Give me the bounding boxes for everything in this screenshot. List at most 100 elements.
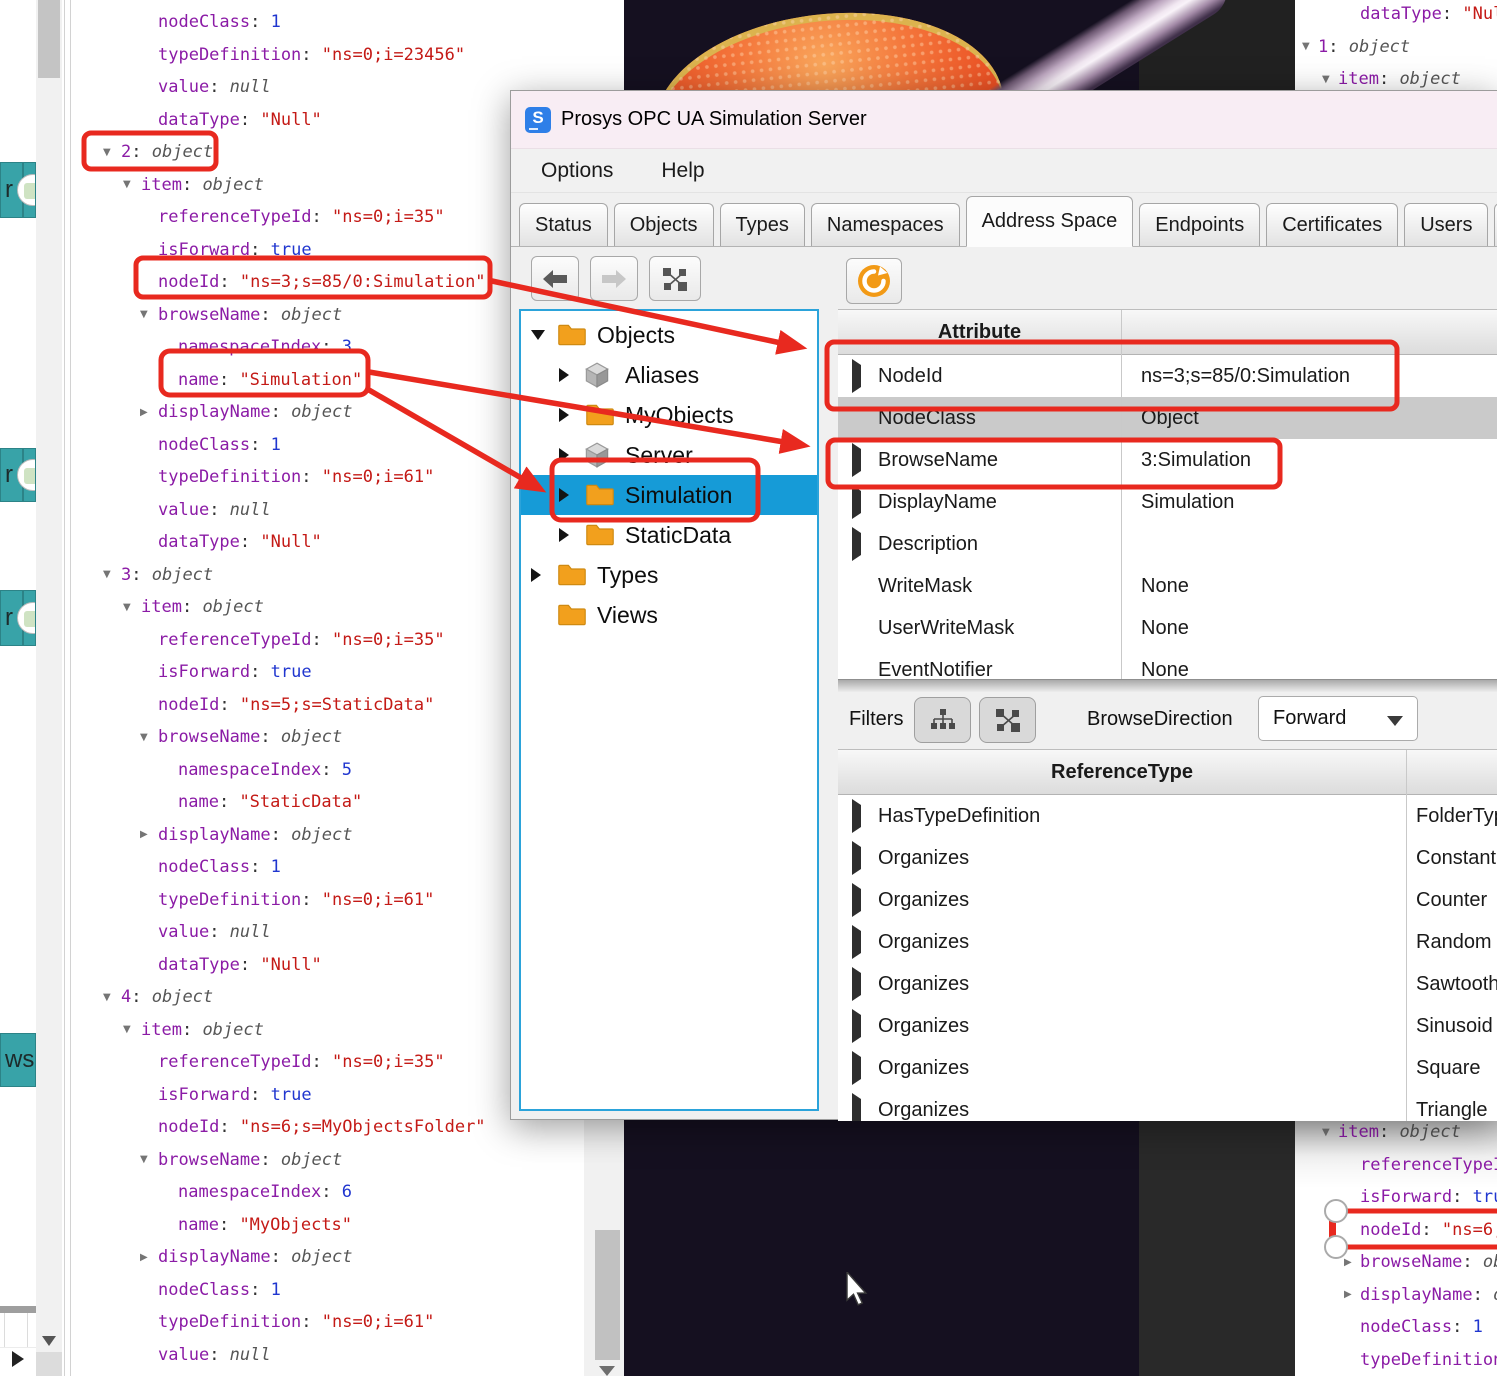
- block-label: wse: [5, 1046, 36, 1074]
- tree-expander-icon[interactable]: [531, 568, 557, 582]
- disclosure-triangle-icon[interactable]: ▼▶: [103, 992, 121, 1003]
- reference-row[interactable]: Organizes Random: [838, 921, 1497, 963]
- attribute-row[interactable]: DisplayName Simulation: [838, 481, 1497, 523]
- graph-filter-button[interactable]: [979, 697, 1036, 743]
- scrollbar-thumb[interactable]: [38, 0, 60, 78]
- attribute-row[interactable]: EventNotifier None: [838, 649, 1497, 679]
- tree-item[interactable]: StaticData: [521, 515, 817, 555]
- tree-item[interactable]: Aliases: [521, 355, 817, 395]
- teal-block-fragment[interactable]: r: [0, 162, 36, 218]
- disclosure-triangle-icon[interactable]: ▼▶: [140, 1154, 158, 1165]
- attribute-row[interactable]: Description: [838, 523, 1497, 565]
- disclosure-triangle-icon[interactable]: ▼▶: [140, 829, 158, 840]
- tree-expander-icon[interactable]: [559, 448, 585, 462]
- disclosure-triangle-icon[interactable]: ▼▶: [123, 1024, 141, 1035]
- console-value: object: [152, 987, 213, 1007]
- horizontal-scrollbar[interactable]: [838, 679, 1497, 692]
- tab[interactable]: Certificates: [1266, 203, 1398, 246]
- forward-button[interactable]: [590, 256, 638, 301]
- reference-row[interactable]: HasTypeDefinition FolderType: [838, 795, 1497, 837]
- menu-item[interactable]: Help: [643, 159, 722, 183]
- attribute-row[interactable]: BrowseName 3:Simulation: [838, 439, 1497, 481]
- teal-block-fragment[interactable]: r: [0, 448, 36, 502]
- console-entry: ▼▶ value: null: [73, 1339, 583, 1372]
- attribute-row[interactable]: UserWriteMask None: [838, 607, 1497, 649]
- scroll-down-icon[interactable]: [42, 1336, 56, 1346]
- reference-row[interactable]: Organizes Constant: [838, 837, 1497, 879]
- scroll-down-icon[interactable]: [599, 1366, 615, 1376]
- menu-item[interactable]: Options: [523, 159, 631, 183]
- console-entry: ▼▶ nodeClass: 1: [73, 6, 583, 39]
- disclosure-triangle-icon[interactable]: ▼▶: [140, 1252, 158, 1263]
- reference-row[interactable]: Organizes Counter: [838, 879, 1497, 921]
- teal-block-fragment[interactable]: wse: [0, 1033, 36, 1087]
- tree-expander-icon[interactable]: [559, 528, 585, 542]
- reference-row[interactable]: Organizes Sawtooth: [838, 963, 1497, 1005]
- tree-expander-icon[interactable]: [559, 488, 585, 502]
- console-entry: ▼▶ 4: object: [73, 981, 583, 1014]
- reference-row[interactable]: Organizes Triangle: [838, 1089, 1497, 1121]
- row-expander-icon[interactable]: [852, 1057, 878, 1080]
- disclosure-triangle-icon[interactable]: ▼▶: [1302, 41, 1318, 52]
- row-expander-icon[interactable]: [852, 449, 878, 472]
- disclosure-triangle-icon[interactable]: ▼▶: [103, 147, 121, 158]
- row-expander-icon[interactable]: [852, 973, 878, 996]
- console-key: value: [158, 77, 209, 97]
- tree-item[interactable]: Server: [521, 435, 817, 475]
- disclosure-triangle-icon[interactable]: ▼▶: [1344, 1257, 1360, 1268]
- tree-expander-icon[interactable]: [559, 368, 585, 382]
- tree-item[interactable]: Views: [521, 595, 817, 635]
- tree-item[interactable]: Simulation: [521, 475, 817, 515]
- tab[interactable]: Status: [519, 203, 608, 246]
- disclosure-triangle-icon[interactable]: ▼▶: [140, 407, 158, 418]
- tree-expander-icon[interactable]: [531, 330, 557, 340]
- disclosure-triangle-icon[interactable]: ▼▶: [1322, 74, 1338, 85]
- reference-row[interactable]: Organizes Square: [838, 1047, 1497, 1089]
- disclosure-triangle-icon[interactable]: ▼▶: [1344, 1289, 1360, 1300]
- tree-item[interactable]: Objects: [521, 315, 817, 355]
- row-expander-icon[interactable]: [852, 1015, 878, 1038]
- scrollbar-left[interactable]: [36, 0, 62, 1376]
- attribute-row[interactable]: NodeClass Object: [838, 397, 1497, 439]
- console-value: "ns=0;i=23456": [322, 45, 465, 65]
- hierarchy-filter-button[interactable]: [914, 697, 971, 743]
- row-expander-icon[interactable]: [852, 889, 878, 912]
- scrollbar-console[interactable]: [584, 1118, 624, 1376]
- disclosure-triangle-icon[interactable]: ▼▶: [140, 309, 158, 320]
- row-expander-icon[interactable]: [852, 491, 878, 514]
- row-expander-icon[interactable]: [852, 805, 878, 828]
- play-triangle-icon[interactable]: [12, 1351, 24, 1367]
- row-expander-icon[interactable]: [852, 931, 878, 954]
- tab[interactable]: Address Space: [966, 196, 1134, 247]
- disclosure-triangle-icon[interactable]: ▼▶: [123, 179, 141, 190]
- scrollbar-thumb[interactable]: [595, 1230, 620, 1360]
- disclosure-triangle-icon[interactable]: ▼▶: [140, 732, 158, 743]
- attribute-row[interactable]: WriteMask None: [838, 565, 1497, 607]
- graph-view-button[interactable]: [649, 256, 701, 301]
- attribute-row[interactable]: NodeId ns=3;s=85/0:Simulation: [838, 355, 1497, 397]
- row-expander-icon[interactable]: [852, 533, 878, 556]
- disclosure-triangle-icon[interactable]: ▼▶: [1322, 1127, 1338, 1138]
- tab[interactable]: Types: [720, 203, 805, 246]
- tree-item[interactable]: Types: [521, 555, 817, 595]
- back-button[interactable]: [531, 256, 579, 301]
- attribute-value: ns=3;s=85/0:Simulation: [1131, 365, 1350, 388]
- tab[interactable]: Namespaces: [811, 203, 960, 246]
- row-expander-icon[interactable]: [852, 847, 878, 870]
- refresh-button[interactable]: [846, 258, 902, 304]
- tree-item[interactable]: MyObjects: [521, 395, 817, 435]
- tab[interactable]: Users: [1404, 203, 1488, 246]
- row-expander-icon[interactable]: [852, 1099, 878, 1122]
- title-bar[interactable]: S Prosys OPC UA Simulation Server: [511, 91, 1497, 149]
- reference-row[interactable]: Organizes Sinusoid: [838, 1005, 1497, 1047]
- row-expander-icon[interactable]: [852, 365, 878, 388]
- console-value: "Null": [260, 110, 321, 130]
- teal-block-fragment[interactable]: r: [0, 590, 36, 646]
- reference-table: ReferenceType HasTypeDefinition FolderTy…: [838, 749, 1497, 1121]
- disclosure-triangle-icon[interactable]: ▼▶: [123, 602, 141, 613]
- tab[interactable]: Objects: [614, 203, 714, 246]
- tab[interactable]: Endpoints: [1139, 203, 1260, 246]
- browse-direction-select[interactable]: Forward: [1258, 696, 1418, 741]
- disclosure-triangle-icon[interactable]: ▼▶: [103, 569, 121, 580]
- tree-expander-icon[interactable]: [559, 408, 585, 422]
